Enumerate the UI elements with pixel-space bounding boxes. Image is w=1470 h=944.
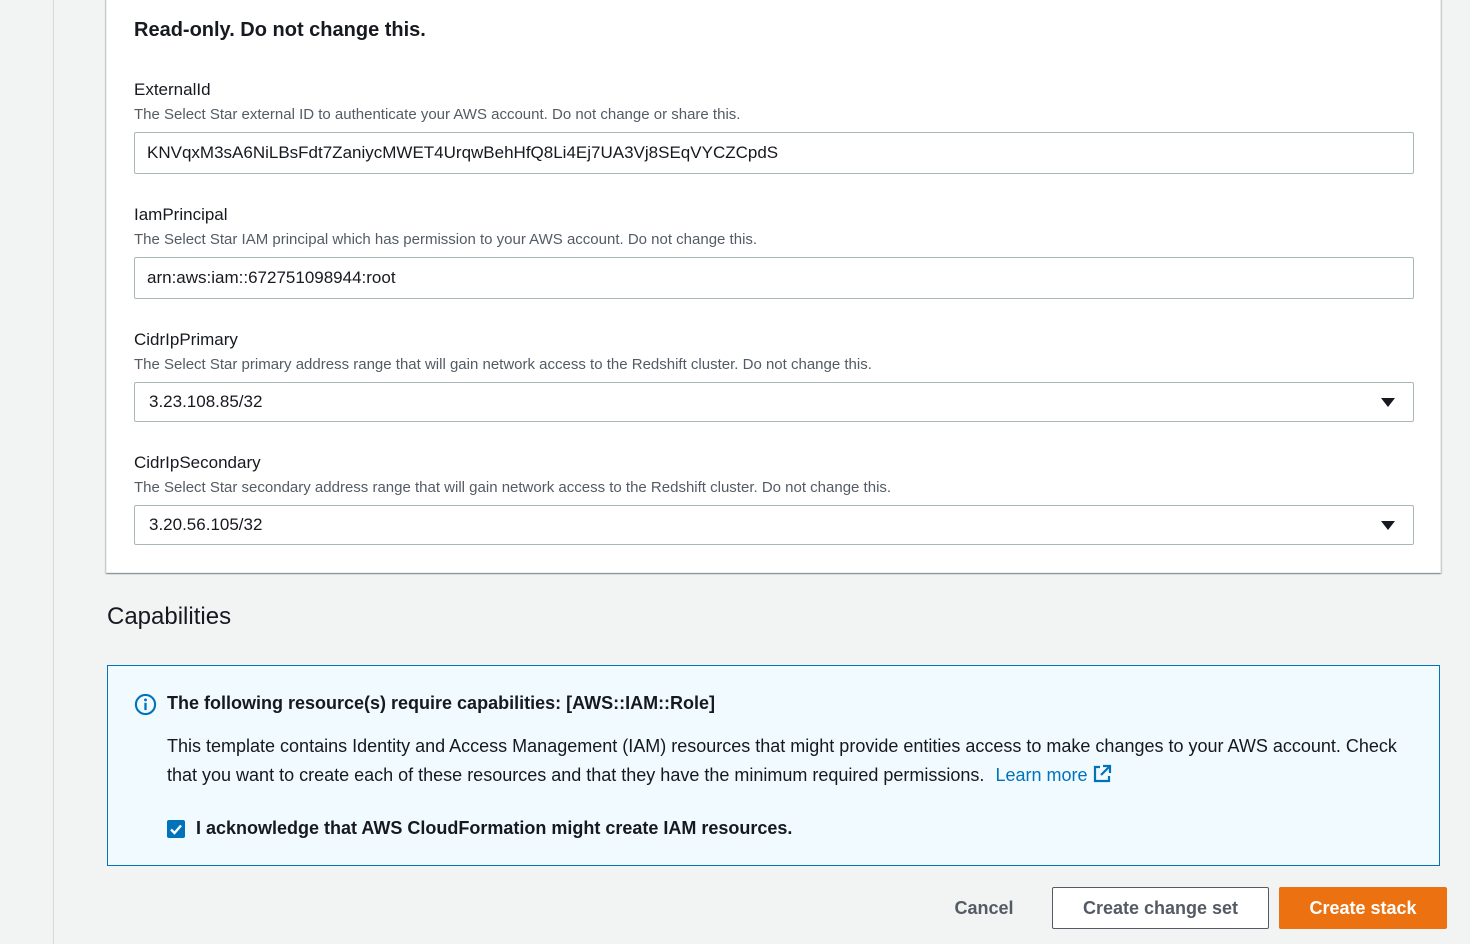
cancel-button[interactable]: Cancel [934,887,1034,929]
cidr-ip-primary-label: CidrIpPrimary [134,330,238,349]
cidr-ip-secondary-field: CidrIpSecondary The Select Star secondar… [134,452,1414,545]
external-id-description: The Select Star external ID to authentic… [134,106,741,123]
cidr-ip-secondary-value: 3.20.56.105/32 [149,515,263,534]
cidr-ip-secondary-description: The Select Star secondary address range … [134,479,892,496]
iam-principal-description: The Select Star IAM principal which has … [134,231,758,248]
iam-principal-input[interactable]: arn:aws:iam::672751098944:root [134,257,1414,299]
iam-principal-field: IamPrincipal The Select Star IAM princip… [134,204,1414,299]
cidr-ip-primary-value: 3.23.108.85/32 [149,392,263,411]
external-id-input[interactable]: KNVqxM3sA6NiLBsFdt7ZaniycMWET4UrqwBehHfQ… [134,132,1414,174]
acknowledge-label[interactable]: I acknowledge that AWS CloudFormation mi… [196,818,792,839]
acknowledge-checkbox[interactable] [167,819,185,838]
cidr-ip-secondary-label: CidrIpSecondary [134,453,261,472]
parameter-group-heading: Read-only. Do not change this. [134,19,426,41]
capabilities-heading: Capabilities [107,603,232,630]
alert-body-text: This template contains Identity and Acce… [167,736,1397,785]
create-stack-button[interactable]: Create stack [1279,887,1447,929]
acknowledge-row[interactable]: I acknowledge that AWS CloudFormation mi… [167,818,792,839]
capabilities-info-alert: The following resource(s) require capabi… [107,665,1440,866]
left-navigation-rail [0,0,54,944]
learn-more-label: Learn more [995,765,1088,785]
external-link-icon [1093,764,1111,783]
external-id-label: ExternalId [134,80,211,99]
alert-title: The following resource(s) require capabi… [167,693,716,713]
learn-more-link[interactable]: Learn more [995,764,1111,785]
create-change-set-button[interactable]: Create change set [1052,887,1269,929]
checkmark-icon [170,824,182,835]
cidr-ip-primary-select[interactable]: 3.23.108.85/32 [134,382,1414,422]
external-id-field: ExternalId The Select Star external ID t… [134,79,1414,174]
iam-principal-label: IamPrincipal [134,205,228,224]
cidr-ip-primary-description: The Select Star primary address range th… [134,356,872,373]
alert-body: This template contains Identity and Acce… [167,732,1417,790]
info-circle-icon [134,693,157,716]
parameters-panel: Read-only. Do not change this. ExternalI… [106,0,1441,573]
cidr-ip-secondary-select[interactable]: 3.20.56.105/32 [134,505,1414,545]
caret-down-icon[interactable] [1381,398,1395,407]
caret-down-icon[interactable] [1381,521,1395,530]
cidr-ip-primary-field: CidrIpPrimary The Select Star primary ad… [134,329,1414,422]
